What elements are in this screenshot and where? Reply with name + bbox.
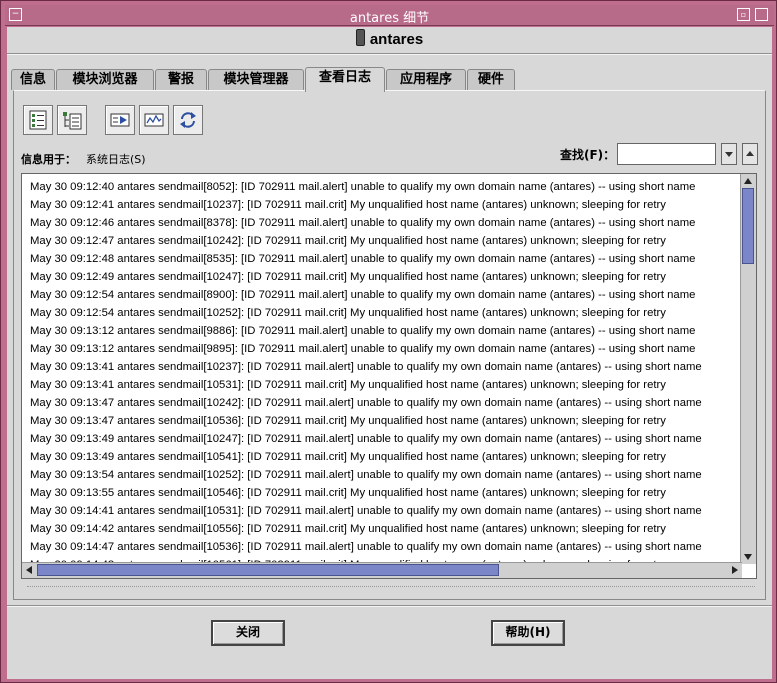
scroll-down-icon[interactable] [741, 550, 755, 564]
search-dropdown-button[interactable] [721, 143, 737, 165]
horizontal-scroll-thumb[interactable] [37, 564, 499, 576]
log-lines: May 30 09:12:40 antares sendmail[8052]: … [30, 178, 742, 574]
refresh-icon [180, 112, 196, 128]
filter-log-icon [110, 113, 130, 127]
log-line[interactable]: May 30 09:14:47 antares sendmail[10536]:… [30, 538, 742, 556]
chevron-up-icon [746, 151, 754, 156]
log-line[interactable]: May 30 09:13:54 antares sendmail[10252]:… [30, 466, 742, 484]
log-line[interactable]: May 30 09:12:49 antares sendmail[10247]:… [30, 268, 742, 286]
log-line[interactable]: May 30 09:12:54 antares sendmail[10252]:… [30, 304, 742, 322]
window-frame: − antares 细节 ▫ antares 信息 模块浏览器 警报 模块管理器… [0, 0, 777, 683]
log-line[interactable]: May 30 09:14:41 antares sendmail[10531]:… [30, 502, 742, 520]
vertical-scroll-thumb[interactable] [742, 188, 754, 264]
search-input[interactable] [617, 143, 716, 165]
log-line[interactable]: May 30 09:12:54 antares sendmail[8900]: … [30, 286, 742, 304]
header-divider [7, 53, 772, 55]
help-button[interactable]: 帮助(H) [491, 620, 565, 646]
log-line[interactable]: May 30 09:13:49 antares sendmail[10541]:… [30, 448, 742, 466]
log-source-value: 系统日志(S) [86, 153, 146, 166]
refresh-button[interactable] [173, 105, 203, 135]
log-line[interactable]: May 30 09:13:49 antares sendmail[10247]:… [30, 430, 742, 448]
maximize-icon[interactable] [755, 8, 768, 21]
log-line[interactable]: May 30 09:12:41 antares sendmail[10237]:… [30, 196, 742, 214]
tab-info[interactable]: 信息 [11, 69, 55, 90]
filter-log-button[interactable] [105, 105, 135, 135]
log-line[interactable]: May 30 09:12:48 antares sendmail[8535]: … [30, 250, 742, 268]
log-line[interactable]: May 30 09:13:41 antares sendmail[10531]:… [30, 376, 742, 394]
log-line[interactable]: May 30 09:12:47 antares sendmail[10242]:… [30, 232, 742, 250]
scroll-up-icon[interactable] [741, 174, 755, 188]
log-view[interactable]: May 30 09:12:40 antares sendmail[8052]: … [21, 173, 757, 579]
vertical-scrollbar[interactable] [740, 174, 756, 564]
log-line[interactable]: May 30 09:13:47 antares sendmail[10242]:… [30, 394, 742, 412]
chevron-down-icon [725, 152, 733, 157]
tree-view-button[interactable] [57, 105, 87, 135]
title-bar[interactable]: − antares 细节 ▫ [5, 5, 774, 26]
tab-alarms[interactable]: 警报 [155, 69, 207, 90]
scroll-right-icon[interactable] [728, 563, 742, 577]
server-icon [355, 29, 365, 46]
resize-grip[interactable] [27, 586, 755, 590]
log-line[interactable]: May 30 09:13:12 antares sendmail[9886]: … [30, 322, 742, 340]
footer-divider [7, 605, 772, 607]
details-list-icon [29, 110, 47, 130]
info-for-label: 信息用于： [21, 153, 76, 166]
tab-applications[interactable]: 应用程序 [386, 69, 466, 90]
client-area: antares 信息 模块浏览器 警报 模块管理器 查看日志 应用程序 硬件 信… [7, 27, 772, 679]
tab-module-browser[interactable]: 模块浏览器 [56, 69, 154, 90]
scroll-left-icon[interactable] [22, 563, 36, 577]
log-line[interactable]: May 30 09:14:42 antares sendmail[10556]:… [30, 520, 742, 538]
horizontal-scrollbar[interactable] [22, 562, 742, 578]
tab-module-manager[interactable]: 模块管理器 [208, 69, 304, 90]
tree-view-icon [63, 112, 82, 130]
graph-icon [144, 113, 164, 127]
close-button[interactable]: 关闭 [211, 620, 285, 646]
log-line[interactable]: May 30 09:12:40 antares sendmail[8052]: … [30, 178, 742, 196]
graph-button[interactable] [139, 105, 169, 135]
log-line[interactable]: May 30 09:12:46 antares sendmail[8378]: … [30, 214, 742, 232]
details-list-button[interactable] [23, 105, 53, 135]
window-title: antares 细节 [349, 11, 430, 26]
log-line[interactable]: May 30 09:13:55 antares sendmail[10546]:… [30, 484, 742, 502]
view-log-panel: 信息用于： 系统日志(S) 查找(F)： May 30 09:12:40 ant… [13, 90, 766, 600]
log-line[interactable]: May 30 09:13:47 antares sendmail[10536]:… [30, 412, 742, 430]
minimize-icon[interactable]: ▫ [737, 8, 750, 21]
log-line[interactable]: May 30 09:13:12 antares sendmail[9895]: … [30, 340, 742, 358]
tab-view-log[interactable]: 查看日志 [305, 67, 385, 92]
search-label: 查找(F)： [560, 148, 616, 162]
host-name: antares [369, 31, 424, 48]
tab-hardware[interactable]: 硬件 [467, 69, 515, 90]
search-previous-button[interactable] [742, 143, 758, 165]
host-header: antares [7, 27, 772, 53]
log-line[interactable]: May 30 09:13:41 antares sendmail[10237]:… [30, 358, 742, 376]
